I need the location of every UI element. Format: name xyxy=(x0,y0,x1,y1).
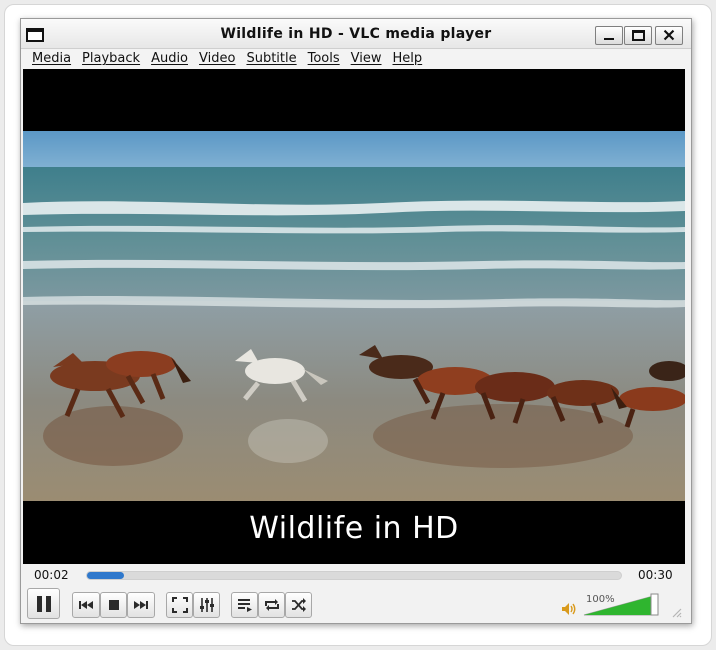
fullscreen-icon xyxy=(171,597,188,613)
minimize-icon xyxy=(604,38,614,40)
menu-video[interactable]: Video xyxy=(199,49,235,69)
minimize-button[interactable] xyxy=(595,26,623,45)
stop-icon xyxy=(108,600,119,610)
playlist-button[interactable] xyxy=(231,592,258,618)
menu-view[interactable]: View xyxy=(351,49,382,69)
play-pause-button[interactable] xyxy=(27,588,60,619)
fullscreen-button[interactable] xyxy=(166,592,193,618)
next-icon xyxy=(134,601,148,609)
menu-audio[interactable]: Audio xyxy=(151,49,188,69)
previous-icon xyxy=(79,601,93,609)
seek-bar[interactable] xyxy=(86,571,622,580)
video-area[interactable]: Wildlife in HD xyxy=(23,69,685,564)
pause-icon xyxy=(36,595,51,612)
title-bar[interactable]: Wildlife in HD - VLC media player xyxy=(21,19,691,49)
speaker-icon[interactable] xyxy=(561,602,577,616)
loop-button[interactable] xyxy=(258,592,285,618)
resize-grip-icon[interactable] xyxy=(670,606,682,618)
seek-progress xyxy=(87,572,125,579)
elapsed-time[interactable]: 00:02 xyxy=(34,568,69,582)
extended-settings-button[interactable] xyxy=(193,592,220,618)
menu-media[interactable]: Media xyxy=(32,49,71,69)
next-button[interactable] xyxy=(127,592,155,618)
maximize-icon xyxy=(632,30,645,41)
subtitle-text: Wildlife in HD xyxy=(249,511,459,546)
equalizer-icon xyxy=(199,598,214,612)
menu-bar: Media Playback Audio Video Subtitle Tool… xyxy=(21,49,691,69)
random-button[interactable] xyxy=(285,592,312,618)
close-button[interactable] xyxy=(655,26,683,45)
total-time[interactable]: 00:30 xyxy=(638,568,673,582)
stop-button[interactable] xyxy=(100,592,127,618)
window-title: Wildlife in HD - VLC media player xyxy=(220,26,492,42)
close-icon xyxy=(663,29,675,41)
video-frame xyxy=(23,131,685,501)
menu-tools[interactable]: Tools xyxy=(308,49,340,69)
controls-bar: 00:02 00:30 100% xyxy=(21,564,691,623)
loop-icon xyxy=(264,599,279,611)
menu-playback[interactable]: Playback xyxy=(82,49,140,69)
vlc-window: Wildlife in HD - VLC media player Media … xyxy=(20,18,692,624)
volume-slider[interactable] xyxy=(581,591,661,617)
shuffle-icon xyxy=(291,598,306,612)
previous-button[interactable] xyxy=(72,592,100,618)
menu-subtitle[interactable]: Subtitle xyxy=(246,49,296,69)
playlist-icon xyxy=(237,599,252,612)
maximize-button[interactable] xyxy=(624,26,652,45)
menu-help[interactable]: Help xyxy=(393,49,423,69)
